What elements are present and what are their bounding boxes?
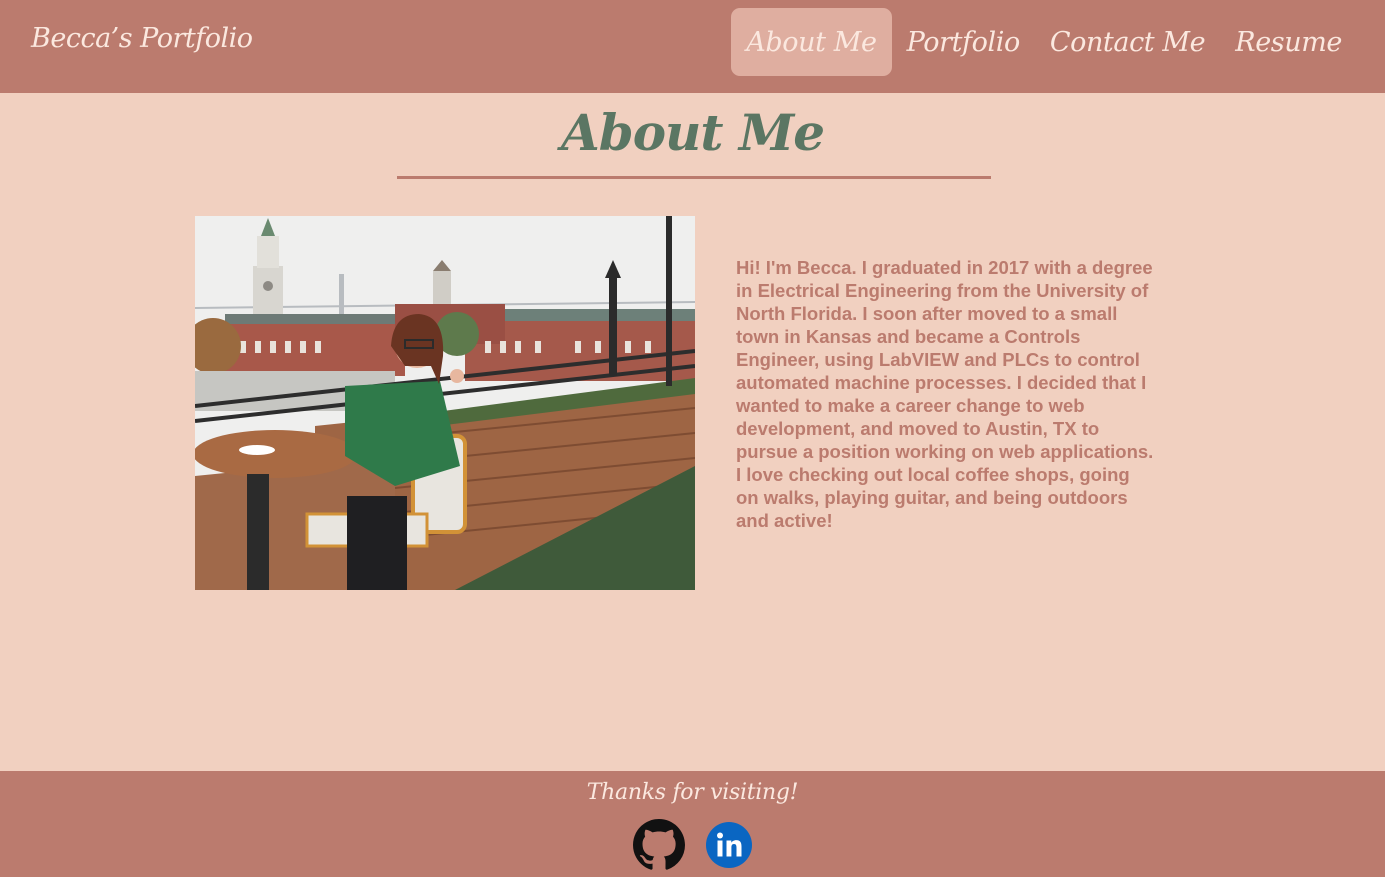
- nav-resume[interactable]: Resume: [1220, 8, 1357, 76]
- thanks-message: Thanks for visiting!: [586, 780, 799, 805]
- linkedin-icon[interactable]: [705, 821, 753, 869]
- title-divider: [397, 176, 991, 179]
- site-brand[interactable]: Becca’s Portfolio: [31, 23, 253, 54]
- page-title: About Me: [560, 103, 825, 162]
- nav-contact-me[interactable]: Contact Me: [1035, 8, 1220, 76]
- main-nav: About Me Portfolio Contact Me Resume: [731, 8, 1357, 76]
- site-footer: Thanks for visiting!: [0, 771, 1385, 877]
- site-header: Becca’s Portfolio About Me Portfolio Con…: [0, 0, 1385, 93]
- github-icon[interactable]: [633, 819, 685, 871]
- profile-photo: [195, 216, 695, 590]
- main-content: About Me Hi! I'm Becca. I graduated in 2…: [0, 93, 1385, 771]
- bio-text: Hi! I'm Becca. I graduated in 2017 with …: [736, 257, 1154, 531]
- nav-about-me[interactable]: About Me: [731, 8, 892, 76]
- nav-portfolio[interactable]: Portfolio: [892, 8, 1035, 76]
